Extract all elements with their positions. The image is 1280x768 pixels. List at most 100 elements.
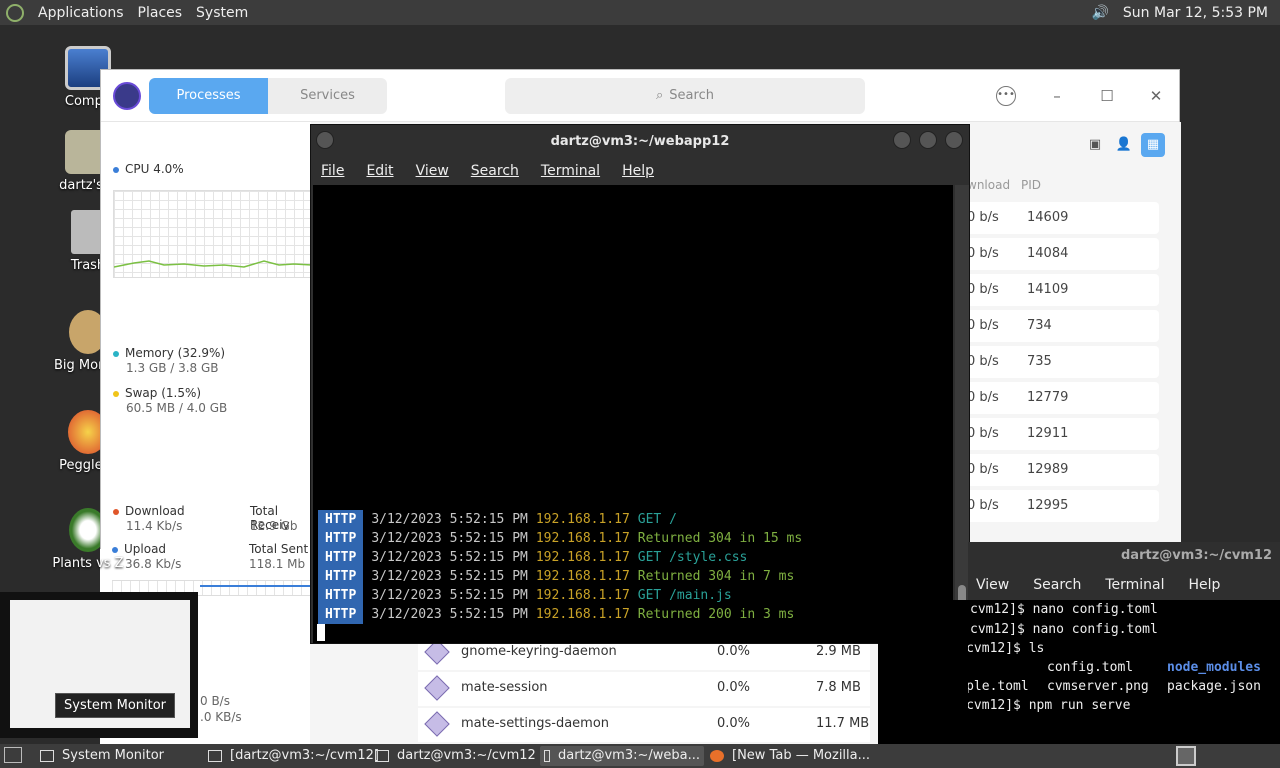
minimize-button[interactable] <box>893 131 911 149</box>
menu-system[interactable]: System <box>196 5 248 21</box>
search-icon: ⌕ <box>656 88 664 103</box>
http-tag: HTTP <box>318 529 364 548</box>
search-input[interactable]: ⌕ Search <box>505 77 865 114</box>
minimize-button[interactable]: – <box>1047 86 1067 106</box>
user-icon[interactable]: 👤 <box>1112 133 1136 157</box>
column-download[interactable]: wnload <box>967 178 1010 192</box>
menu-view[interactable]: View <box>976 577 1009 593</box>
maximize-button[interactable] <box>919 131 937 149</box>
network-graph-line <box>200 585 310 587</box>
menu-search[interactable]: Search <box>1033 577 1081 593</box>
taskbar-label: [New Tab — Mozilla... <box>732 748 871 763</box>
view-icon-grid[interactable]: ▦ <box>1141 133 1165 157</box>
process-pid: 12995 <box>1027 498 1069 513</box>
log-timestamp: 3/12/2023 5:52:15 PM <box>371 550 528 565</box>
tab-services[interactable]: Services <box>268 77 387 114</box>
process-row[interactable]: 0 b/s 14109 <box>967 274 1159 306</box>
total-sent-value: 118.1 Mb <box>249 557 306 571</box>
terminal2-line: cvm12]$ nano config.toml <box>970 622 1158 637</box>
taskbar-item-system-monitor[interactable]: System Monitor <box>40 746 164 766</box>
taskbar-item-terminal-webapp12[interactable]: dartz@vm3:~/weba... <box>540 746 704 766</box>
http-tag: HTTP <box>318 510 364 529</box>
terminal2-output[interactable]: cvm12]$ nano config.toml cvm12]$ nano co… <box>880 600 1280 744</box>
menu-search[interactable]: Search <box>471 163 519 179</box>
terminal-titlebar[interactable]: dartz@vm3:~/webapp12 <box>311 125 969 157</box>
log-line: HTTP 3/12/2023 5:52:15 PM 192.168.1.17 Retu… <box>313 605 794 624</box>
menu-applications[interactable]: Applications <box>38 5 124 21</box>
close-button[interactable]: ✕ <box>1146 86 1166 106</box>
taskbar-item-terminal-cvm12[interactable]: dartz@vm3:~/cvm12 <box>375 746 536 766</box>
desktop-icon-label: Plants vs Z <box>52 556 124 571</box>
log-message: Returned 304 in 7 ms <box>637 569 795 584</box>
more-options-icon[interactable]: ••• <box>996 86 1016 106</box>
taskbar-label: dartz@vm3:~/weba... <box>557 748 700 763</box>
process-row[interactable]: 0 b/s 735 <box>967 346 1159 378</box>
terminal2-output-left <box>878 600 968 744</box>
process-row[interactable]: 0 b/s 12995 <box>967 490 1159 522</box>
maximize-button[interactable]: ☐ <box>1097 86 1117 106</box>
http-tag: HTTP <box>318 605 364 624</box>
tab-processes[interactable]: Processes <box>149 77 268 114</box>
log-ip: 192.168.1.17 <box>535 512 630 527</box>
terminal-icon <box>544 750 550 762</box>
log-timestamp: 3/12/2023 5:52:15 PM <box>371 607 528 622</box>
menu-help[interactable]: Help <box>1189 577 1221 593</box>
taskbar-label: System Monitor <box>62 748 165 763</box>
show-desktop-icon[interactable] <box>4 747 22 763</box>
column-pid[interactable]: PID <box>1021 178 1041 192</box>
terminal2-title[interactable]: dartz@vm3:~/cvm12 <box>968 542 1280 570</box>
window-menu-button[interactable] <box>316 131 334 149</box>
process-row[interactable]: 0 b/s 12911 <box>967 418 1159 450</box>
terminal-scrollbar[interactable] <box>955 185 969 643</box>
swap-dot <box>113 390 119 397</box>
process-pid: 14084 <box>1027 246 1069 261</box>
memory-label: Memory (32.9%) <box>113 346 225 360</box>
volume-icon[interactable]: 🔊 <box>1091 5 1108 21</box>
menu-places[interactable]: Places <box>138 5 183 21</box>
ls-entry-node-modules: node_modules <box>1167 660 1261 675</box>
process-name: mate-settings-daemon <box>461 716 610 731</box>
window-preview[interactable]: System Monitor <box>0 592 198 738</box>
swap-text: Swap (1.5%) <box>125 386 202 400</box>
menu-view[interactable]: View <box>416 163 449 179</box>
menu-terminal[interactable]: Terminal <box>541 163 600 179</box>
log-message: GET /style.css <box>637 550 748 565</box>
process-row[interactable]: 0 b/s 734 <box>967 310 1159 342</box>
process-cpu: 0.0% <box>717 644 751 659</box>
process-name: mate-session <box>461 680 548 695</box>
taskbar-item-terminal-cvm12-min[interactable]: [dartz@vm3:~/cvm12] <box>208 746 379 766</box>
taskbar-item-firefox[interactable]: [New Tab — Mozilla... <box>710 746 870 766</box>
log-message: Returned 200 in 3 ms <box>637 607 795 622</box>
workspace-switcher[interactable] <box>1176 746 1196 766</box>
clock[interactable]: Sun Mar 12, 5:53 PM <box>1123 5 1268 21</box>
cpu-graph-line <box>113 260 313 268</box>
window-icon <box>40 750 54 762</box>
process-row[interactable]: mate-session 0.0% 7.8 MB <box>418 672 870 706</box>
menu-help[interactable]: Help <box>622 163 654 179</box>
download-dot <box>113 508 119 515</box>
log-message: Returned 304 in 15 ms <box>637 531 803 546</box>
close-button[interactable] <box>945 131 963 149</box>
log-ip: 192.168.1.17 <box>535 569 630 584</box>
process-table-panel: ▣ 👤 ▦ wnload PID 0 b/s 14609 0 b/s 14084 0 b… <box>967 122 1181 550</box>
process-pid: 12989 <box>1027 462 1069 477</box>
memory-dot <box>113 350 119 357</box>
process-row[interactable]: 0 b/s 14084 <box>967 238 1159 270</box>
terminal-window-webapp12: dartz@vm3:~/webapp12 File Edit View Sear… <box>310 124 970 644</box>
distro-logo-icon[interactable] <box>6 3 24 22</box>
process-row[interactable]: 0 b/s 12989 <box>967 454 1159 486</box>
menu-file[interactable]: File <box>321 163 344 179</box>
log-message: GET /main.js <box>637 588 732 603</box>
log-line: HTTP 3/12/2023 5:52:15 PM 192.168.1.17 Retu… <box>313 567 794 586</box>
process-row[interactable]: 0 b/s 12779 <box>967 382 1159 414</box>
view-icon-tree[interactable]: ▣ <box>1083 133 1107 157</box>
terminal-output[interactable]: HTTP 3/12/2023 5:52:15 PM 192.168.1.17 GET … <box>313 185 953 643</box>
process-row[interactable]: mate-settings-daemon 0.0% 11.7 MB <box>418 708 870 742</box>
log-ip: 192.168.1.17 <box>535 588 630 603</box>
process-row[interactable]: 0 b/s 14609 <box>967 202 1159 234</box>
process-name: gnome-keyring-daemon <box>461 644 617 659</box>
menu-terminal[interactable]: Terminal <box>1105 577 1164 593</box>
log-line: HTTP 3/12/2023 5:52:15 PM 192.168.1.17 GET … <box>313 548 747 567</box>
menu-edit[interactable]: Edit <box>366 163 393 179</box>
ls-entry: package.json <box>1167 679 1261 694</box>
